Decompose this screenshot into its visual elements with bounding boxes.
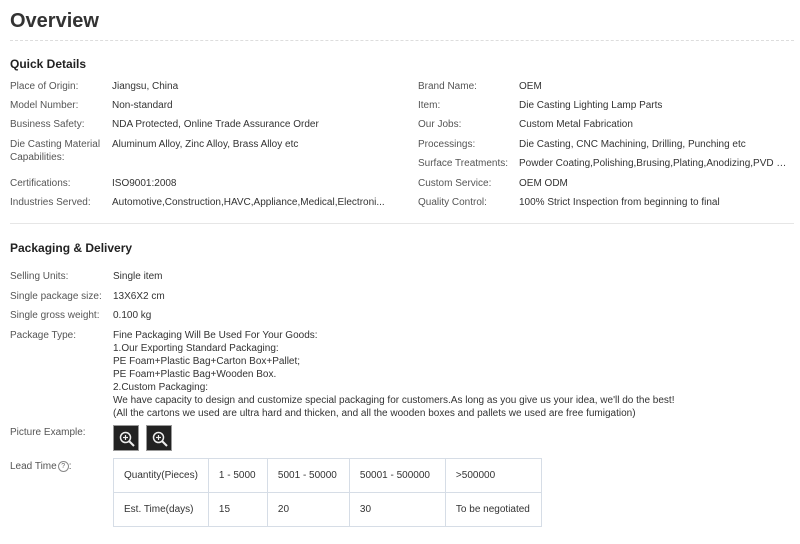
picture-thumbnail[interactable] <box>113 425 139 451</box>
package-type-line: 2.Custom Packaging: <box>113 382 209 393</box>
pkg-label: Picture Example: <box>10 427 86 438</box>
table-cell: Est. Time(days) <box>113 492 209 527</box>
table-row: Est. Time(days) 15 20 30 To be negotiate… <box>113 492 542 527</box>
table-cell: 20 <box>266 492 350 527</box>
package-type-text: Fine Packaging Will Be Used For Your Goo… <box>113 329 674 420</box>
qd-value: OEM <box>519 81 542 92</box>
qd-value: Jiangsu, China <box>112 81 179 92</box>
qd-label: Certifications: <box>10 178 71 189</box>
table-cell: To be negotiated <box>444 492 542 527</box>
picture-thumbnail[interactable] <box>146 425 172 451</box>
qd-label: Brand Name: <box>418 81 477 92</box>
qd-label: Quality Control: <box>418 197 487 208</box>
qd-label: Our Jobs: <box>418 119 462 130</box>
packaging-heading: Packaging & Delivery <box>10 241 133 255</box>
table-cell: Quantity(Pieces) <box>113 458 209 493</box>
package-type-line: (All the cartons we used are ultra hard … <box>113 408 636 419</box>
qd-label: Industries Served: <box>10 197 91 208</box>
qd-value: Aluminum Alloy, Zinc Alloy, Brass Alloy … <box>112 139 299 150</box>
package-type-line: Fine Packaging Will Be Used For Your Goo… <box>113 330 318 341</box>
pkg-label: Single gross weight: <box>10 310 100 321</box>
qd-value: OEM ODM <box>519 178 568 189</box>
qd-value: ISO9001:2008 <box>112 178 177 189</box>
qd-label: Model Number: <box>10 100 79 111</box>
table-cell: 50001 - 500000 <box>348 458 446 493</box>
qd-label: Custom Service: <box>418 178 492 189</box>
zoom-icon <box>119 431 135 447</box>
qd-value: Custom Metal Fabrication <box>519 119 633 130</box>
qd-label: Place of Origin: <box>10 81 79 92</box>
package-type-line: PE Foam+Plastic Bag+Carton Box+Pallet; <box>113 356 301 367</box>
qd-value: NDA Protected, Online Trade Assurance Or… <box>112 119 319 130</box>
qd-value: Non-standard <box>112 100 173 111</box>
qd-value: Automotive,Construction,HAVC,Appliance,M… <box>112 197 385 208</box>
zoom-icon <box>152 431 168 447</box>
package-type-line: We have capacity to design and customize… <box>113 395 675 406</box>
qd-label: Processings: <box>418 139 476 150</box>
pkg-label: Selling Units: <box>10 271 69 282</box>
qd-label: Business Safety: <box>10 119 85 130</box>
qd-label: Die Casting Material Capabilities: <box>10 139 101 163</box>
table-cell: 1 - 5000 <box>207 458 268 493</box>
table-cell: 30 <box>348 492 446 527</box>
section-divider <box>10 223 794 224</box>
page-title: Overview <box>10 10 99 32</box>
lead-time-label-wrap: Lead Time?: <box>10 460 72 472</box>
table-cell: 15 <box>207 492 268 527</box>
qd-value: Die Casting, CNC Machining, Drilling, Pu… <box>519 139 746 150</box>
package-type-line: PE Foam+Plastic Bag+Wooden Box. <box>113 369 277 380</box>
pkg-label: Single package size: <box>10 291 102 302</box>
lead-time-table: Quantity(Pieces) 1 - 5000 5001 - 50000 5… <box>113 458 542 527</box>
qd-label: Surface Treatments: <box>418 158 509 169</box>
qd-label: Item: <box>418 100 441 111</box>
table-cell: 5001 - 50000 <box>266 458 350 493</box>
quick-details-heading: Quick Details <box>10 57 87 71</box>
qd-value: 100% Strict Inspection from beginning to… <box>519 197 720 208</box>
pkg-label: Package Type: <box>10 330 76 341</box>
table-cell: >500000 <box>444 458 542 493</box>
qd-value: Die Casting Lighting Lamp Parts <box>519 100 663 111</box>
title-divider <box>10 40 794 41</box>
qd-value: Powder Coating,Polishing,Brusing,Plating… <box>519 158 792 169</box>
help-icon[interactable]: ? <box>57 460 69 472</box>
table-row: Quantity(Pieces) 1 - 5000 5001 - 50000 5… <box>113 458 542 493</box>
pkg-value: 13X6X2 cm <box>113 291 165 302</box>
pkg-value: Single item <box>113 271 163 282</box>
package-type-line: 1.Our Exporting Standard Packaging: <box>113 343 279 354</box>
pkg-label: Lead Time <box>10 461 57 472</box>
pkg-value: 0.100 kg <box>113 310 152 321</box>
